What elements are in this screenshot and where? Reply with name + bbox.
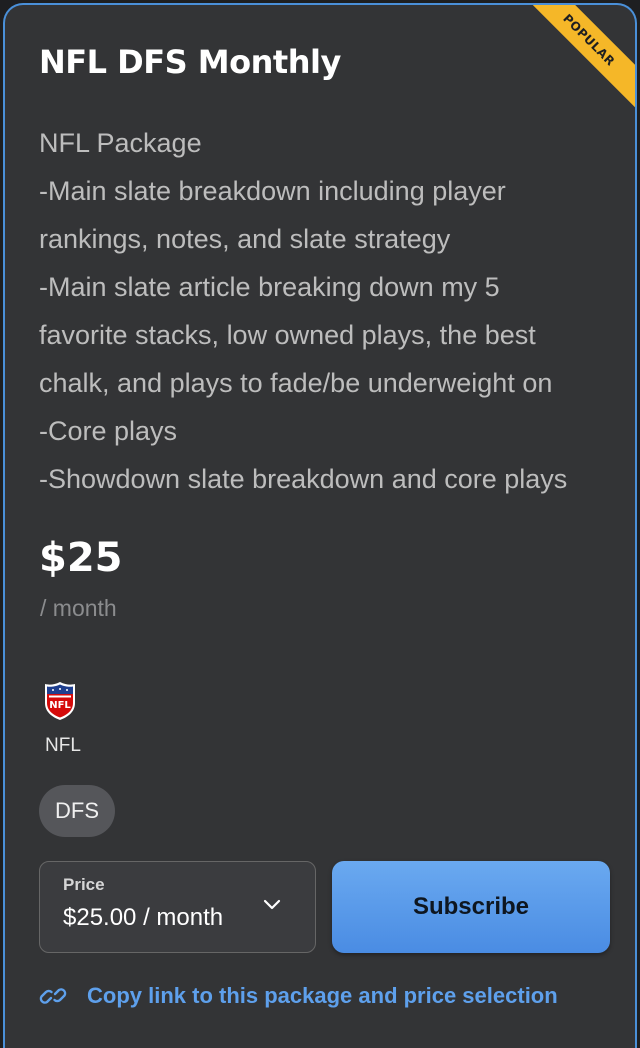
league-badge: NFL xyxy=(43,681,89,721)
description-line: favorite stacks, low owned plays, the be… xyxy=(39,320,536,350)
popular-badge: POPULAR xyxy=(515,5,635,115)
description-line: -Showdown slate breakdown and core plays xyxy=(39,464,568,494)
price-select-value: $25.00 / month xyxy=(63,904,224,931)
league-name: NFL xyxy=(45,735,81,756)
subscribe-button[interactable]: Subscribe xyxy=(332,861,610,953)
chevron-down-icon xyxy=(263,899,281,910)
package-price: $25 xyxy=(39,535,123,581)
nfl-logo-text: NFL xyxy=(49,700,71,711)
description-line: -Main slate breakdown including player xyxy=(39,176,506,206)
package-card: POPULAR NFL DFS Monthly NFL Package -Mai… xyxy=(3,3,637,1048)
description-line: -Main slate article breaking down my 5 xyxy=(39,272,500,302)
description-line: chalk, and plays to fade/be underweight … xyxy=(39,368,553,398)
package-description: NFL Package -Main slate breakdown includ… xyxy=(39,119,609,503)
price-select[interactable]: Price $25.00 / month xyxy=(39,861,316,953)
copy-link-button[interactable]: Copy link to this package and price sele… xyxy=(39,983,558,1009)
nfl-logo-icon: NFL xyxy=(45,682,75,720)
description-line: -Core plays xyxy=(39,416,178,446)
package-title: NFL DFS Monthly xyxy=(39,43,341,81)
price-select-label: Price xyxy=(63,875,105,894)
description-line: NFL Package xyxy=(39,128,202,158)
popular-ribbon: POPULAR xyxy=(515,5,635,125)
billing-period: / month xyxy=(40,595,117,621)
description-line: rankings, notes, and slate strategy xyxy=(39,224,451,254)
category-tag: DFS xyxy=(39,785,115,837)
link-icon xyxy=(39,988,67,1004)
copy-link-label: Copy link to this package and price sele… xyxy=(87,983,558,1008)
